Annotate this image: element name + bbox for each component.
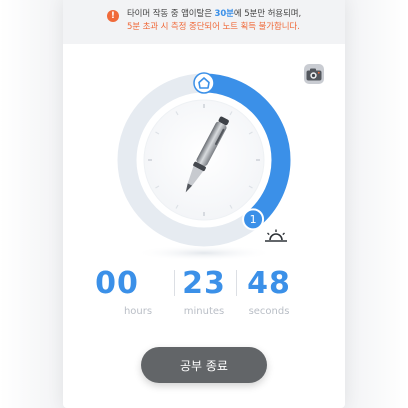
elapsed-time: 00 23 48 (63, 266, 345, 302)
time-separator (236, 270, 237, 296)
minutes-value: 23 (182, 266, 226, 301)
hours-label: hours (123, 306, 153, 317)
hours-value: 00 (95, 266, 139, 301)
end-study-button[interactable]: 공부 종료 (141, 347, 267, 383)
progress-end-label: 1 (250, 213, 257, 226)
seconds-label: seconds (248, 306, 290, 317)
sunrise-icon (265, 229, 287, 242)
start-marker (193, 72, 215, 94)
dial-floor-shadow (134, 245, 274, 261)
minutes-label: minutes (183, 306, 225, 317)
seconds-value: 48 (247, 266, 291, 301)
